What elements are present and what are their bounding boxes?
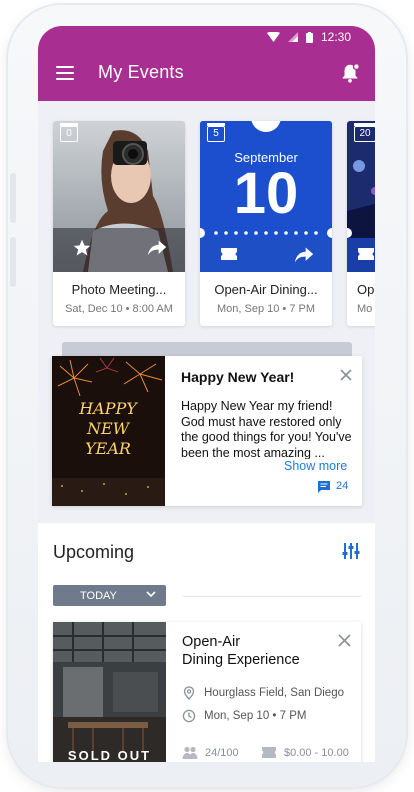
feed-post-title: Happy New Year!	[181, 369, 295, 385]
side-button-volume-up	[10, 173, 16, 223]
news-feed-card[interactable]: HAPPY NEW YEAR Happy New Year! Happy New…	[52, 356, 362, 506]
date-badge: 0	[66, 128, 72, 139]
clock-icon	[182, 709, 196, 723]
fireworks-text-new: NEW	[86, 419, 131, 438]
event-card-subtitle: Mo	[357, 303, 373, 315]
ticket-icon[interactable]	[357, 246, 375, 262]
event-card[interactable]: 20 Op Mo	[347, 121, 375, 326]
event-card-title: Open-Air Dining...	[214, 282, 318, 297]
upcoming-event-card[interactable]: SOLD OUT Open-Air Dining Experience Hour…	[53, 622, 361, 762]
star-icon[interactable]	[72, 238, 92, 258]
price-range: $0.00 - 10.00	[284, 746, 349, 759]
event-card-subtitle: Mon, Sep 10 • 7 PM	[216, 303, 315, 315]
date-filter-dropdown[interactable]: TODAY	[53, 585, 166, 606]
calendar-icon: 5	[207, 123, 225, 142]
ticket-icon	[262, 747, 276, 758]
status-time: 12:30	[320, 30, 351, 44]
sold-out-badge: SOLD OUT	[67, 748, 152, 762]
hamburger-menu-icon[interactable]	[56, 66, 74, 80]
feed-post-body: Happy New Year my friend! God must have …	[181, 399, 352, 460]
upcoming-section: Upcoming TODAY SOLD OUT Open-Air Dining …	[38, 523, 375, 762]
chevron-down-icon	[146, 591, 156, 598]
signal-icon	[287, 32, 298, 42]
show-more-link[interactable]: Show more	[280, 459, 348, 473]
attendance-count: 24/100	[205, 746, 239, 759]
price-info: $0.00 - 10.00	[261, 746, 349, 759]
location-pin-icon	[183, 686, 195, 700]
calendar-icon: 0	[60, 123, 78, 142]
event-datetime: Mon, Sep 10 • 7 PM	[204, 710, 307, 722]
side-button-volume-down	[10, 237, 16, 287]
share-icon[interactable]	[294, 246, 314, 264]
card-action-bar	[200, 238, 332, 272]
fireworks-image: HAPPY NEW YEAR	[52, 356, 165, 506]
date-badge: 5	[213, 128, 219, 139]
card-action-bar	[53, 228, 185, 272]
date-badge: 20	[359, 128, 371, 139]
share-icon[interactable]	[147, 239, 167, 257]
card-action-bar	[347, 238, 375, 272]
status-bar: 12:30	[38, 26, 375, 48]
app-bar: My Events	[38, 48, 375, 101]
ticket-day: 10	[233, 161, 299, 226]
wifi-icon	[266, 32, 280, 42]
people-icon	[182, 746, 198, 759]
fireworks-text-happy: HAPPY	[78, 399, 138, 418]
ticket-icon[interactable]	[220, 246, 238, 262]
event-card-carousel[interactable]: 0 Photo Meeting... Sat, Dec 10 • 8:00 AM	[38, 121, 375, 326]
event-card-title: Op	[357, 282, 375, 297]
event-card-title: Photo Meeting...	[71, 282, 167, 297]
event-location: Hourglass Field, San Diego	[204, 687, 344, 699]
page-title: My Events	[98, 62, 184, 82]
upcoming-event-title: Open-Air Dining Experience	[182, 634, 300, 668]
attendance-info: 24/100	[182, 746, 239, 759]
event-photo: 20	[347, 121, 375, 272]
close-icon[interactable]	[338, 634, 351, 647]
section-title: Upcoming	[53, 542, 135, 562]
event-ticket-graphic: 5 September 10	[200, 121, 332, 272]
notification-bell-icon[interactable]	[339, 62, 361, 84]
battery-icon	[305, 31, 313, 43]
event-card[interactable]: 0 Photo Meeting... Sat, Dec 10 • 8:00 AM	[53, 121, 185, 326]
divider	[183, 596, 361, 597]
fireworks-text-year: YEAR	[85, 439, 131, 458]
event-photo: 0	[53, 121, 185, 272]
app-screen: 12:30 My Events 0 Photo Meeting... Sat, …	[38, 26, 375, 762]
event-card-subtitle: Sat, Dec 10 • 8:00 AM	[65, 303, 173, 315]
comment-icon[interactable]	[317, 480, 331, 493]
event-location-row: Hourglass Field, San Diego	[182, 686, 344, 700]
event-card[interactable]: 5 September 10 Open-Air Dining... Mon, S…	[200, 121, 332, 326]
calendar-icon: 20	[354, 123, 375, 142]
date-filter-label: TODAY	[80, 589, 117, 602]
restaurant-photo: SOLD OUT	[53, 622, 166, 762]
feed-stack-shadow	[62, 342, 352, 356]
filter-sliders-icon[interactable]	[341, 542, 361, 560]
close-icon[interactable]	[339, 368, 353, 382]
event-time-row: Mon, Sep 10 • 7 PM	[182, 709, 306, 723]
comment-count: 24	[336, 480, 349, 492]
